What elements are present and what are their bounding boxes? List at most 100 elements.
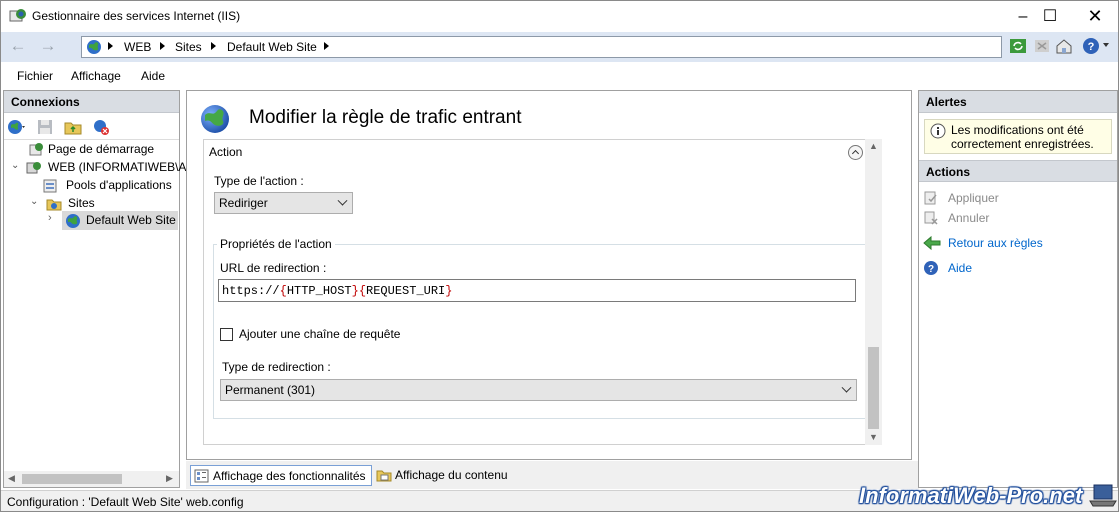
menu-file[interactable]: Fichier xyxy=(17,69,53,83)
page-title: Modifier la règle de trafic entrant xyxy=(249,107,522,128)
features-view-icon xyxy=(194,469,209,483)
menu-bar: Fichier Affichage Aide xyxy=(1,63,1118,89)
scroll-up-icon[interactable]: ▲ xyxy=(869,141,878,151)
action-label: Appliquer xyxy=(948,191,999,205)
expand-chevron-icon[interactable]: › xyxy=(48,212,52,224)
home-icon[interactable] xyxy=(1055,37,1073,55)
info-icon xyxy=(930,123,946,139)
action-type-value: Rediriger xyxy=(219,196,268,210)
url-variable: HTTP_HOST xyxy=(286,284,352,298)
action-label: Annuler xyxy=(948,211,990,225)
crumb-separator-icon xyxy=(211,42,216,50)
url-text-prefix: https:// xyxy=(222,284,280,298)
back-button[interactable]: ← xyxy=(7,36,29,58)
horizontal-scrollbar[interactable]: ◀ ▶ xyxy=(4,471,179,487)
sites-folder-icon xyxy=(46,199,62,211)
maximize-button[interactable]: ☐ xyxy=(1031,1,1069,32)
rule-settings-panel: Action Type de l'action : Rediriger Prop… xyxy=(203,139,871,445)
save-icon[interactable] xyxy=(36,118,54,136)
address-bar[interactable]: WEB Sites Default Web Site xyxy=(81,36,1002,58)
tree-item-label: Page de démarrage xyxy=(48,142,155,156)
redirect-type-value: Permanent (301) xyxy=(225,383,316,397)
url-brace: } xyxy=(351,284,359,298)
svg-text:?: ? xyxy=(928,264,934,275)
tab-content-view[interactable]: Affichage du contenu xyxy=(373,465,508,486)
breadcrumb-default-web-site[interactable]: Default Web Site xyxy=(227,40,317,54)
navigation-bar: ← → WEB Sites Default Web Site ? xyxy=(1,32,1118,62)
content-view-icon xyxy=(376,470,392,482)
url-brace: { xyxy=(358,284,367,298)
action-label: Aide xyxy=(948,261,973,275)
vertical-scrollbar[interactable]: ▲ ▼ xyxy=(865,139,882,445)
server-icon xyxy=(26,162,41,174)
globe-large-icon xyxy=(201,105,229,133)
action-type-label: Type de l'action : xyxy=(214,174,304,188)
connections-pane: Connexions Page de démarrage ⌄ WEB (INFO… xyxy=(3,90,193,488)
toolbar-divider xyxy=(4,139,179,140)
scroll-thumb[interactable] xyxy=(868,347,879,429)
collapse-section-button[interactable] xyxy=(848,145,863,160)
actions-title: Actions xyxy=(919,160,1117,182)
globe-icon xyxy=(87,40,101,54)
back-arrow-icon xyxy=(923,235,941,251)
redirect-url-label: URL de redirection : xyxy=(220,261,327,275)
tree-item-label: Pools d'applications xyxy=(66,178,172,192)
url-brace: { xyxy=(279,284,287,298)
watermark-logo: InformatiWeb-Pro.net xyxy=(859,483,1083,508)
append-query-checkbox[interactable] xyxy=(220,328,233,341)
alerts-title: Alertes xyxy=(919,91,1117,113)
forward-button[interactable]: → xyxy=(37,36,59,58)
alert-text: Les modifications ont été correctement e… xyxy=(951,123,1094,151)
scroll-down-icon[interactable]: ▼ xyxy=(869,432,878,442)
app-pools-icon xyxy=(43,179,57,193)
action-type-select[interactable]: Rediriger xyxy=(214,192,353,214)
up-folder-icon[interactable] xyxy=(64,118,82,136)
crumb-separator-icon xyxy=(108,42,113,50)
section-header-action: Action xyxy=(209,145,243,159)
tree-item-label: Default Web Site xyxy=(86,213,176,227)
menu-help[interactable]: Aide xyxy=(141,69,165,83)
group-title: Propriétés de l'action xyxy=(217,237,335,251)
breadcrumb-web[interactable]: WEB xyxy=(124,40,151,54)
disconnect-icon[interactable] xyxy=(92,118,110,136)
breadcrumb-sites[interactable]: Sites xyxy=(175,40,202,54)
view-tabs: Affichage des fonctionnalités Affichage … xyxy=(186,461,919,489)
globe-icon xyxy=(66,214,80,228)
tab-label: Affichage des fonctionnalités xyxy=(213,469,366,483)
redirect-type-label: Type de redirection : xyxy=(222,360,331,374)
chevron-down-icon xyxy=(841,382,852,393)
svg-text:?: ? xyxy=(1088,41,1095,53)
collapse-chevron-icon[interactable]: ⌄ xyxy=(11,160,19,171)
iis-app-icon xyxy=(9,9,26,22)
help-icon: ? xyxy=(924,261,938,275)
redirect-url-input[interactable]: https://{HTTP_HOST}{REQUEST_URI} xyxy=(218,279,856,302)
status-text: Configuration : 'Default Web Site' web.c… xyxy=(7,495,244,509)
actions-pane: Alertes Les modifications ont été correc… xyxy=(918,90,1118,488)
help-icon[interactable]: ? xyxy=(1082,37,1100,55)
url-brace: } xyxy=(445,284,453,298)
append-query-label: Ajouter une chaîne de requête xyxy=(239,327,401,341)
close-button[interactable]: ✕ xyxy=(1076,1,1114,32)
redirect-type-select[interactable]: Permanent (301) xyxy=(220,379,857,401)
collapse-chevron-icon[interactable]: ⌄ xyxy=(30,196,38,207)
menu-view[interactable]: Affichage xyxy=(71,69,121,83)
scroll-thumb[interactable] xyxy=(22,474,122,484)
refresh-icon[interactable] xyxy=(1009,37,1027,55)
iis-manager-window: Gestionnaire des services Internet (IIS)… xyxy=(0,0,1119,512)
help-dropdown-icon[interactable] xyxy=(1103,43,1109,47)
apply-icon xyxy=(924,191,937,205)
feature-pane: Modifier la règle de trafic entrant Acti… xyxy=(186,90,912,460)
crumb-separator-icon xyxy=(324,42,329,50)
tree-item-label: Sites xyxy=(68,196,95,210)
tree-item-default-web-site[interactable]: › Default Web Site xyxy=(12,211,178,230)
url-variable: REQUEST_URI xyxy=(366,284,446,298)
tree-item-label: WEB (INFORMATIWEB\Ad xyxy=(48,160,194,174)
chevron-down-icon xyxy=(337,195,348,206)
stop-icon[interactable] xyxy=(1033,37,1051,55)
connect-globe-icon[interactable] xyxy=(7,118,27,136)
cancel-icon xyxy=(924,211,938,225)
tab-features-view[interactable]: Affichage des fonctionnalités xyxy=(190,465,372,486)
start-page-icon xyxy=(29,143,43,156)
scroll-right-icon[interactable]: ▶ xyxy=(166,473,173,484)
scroll-left-icon[interactable]: ◀ xyxy=(8,473,15,484)
